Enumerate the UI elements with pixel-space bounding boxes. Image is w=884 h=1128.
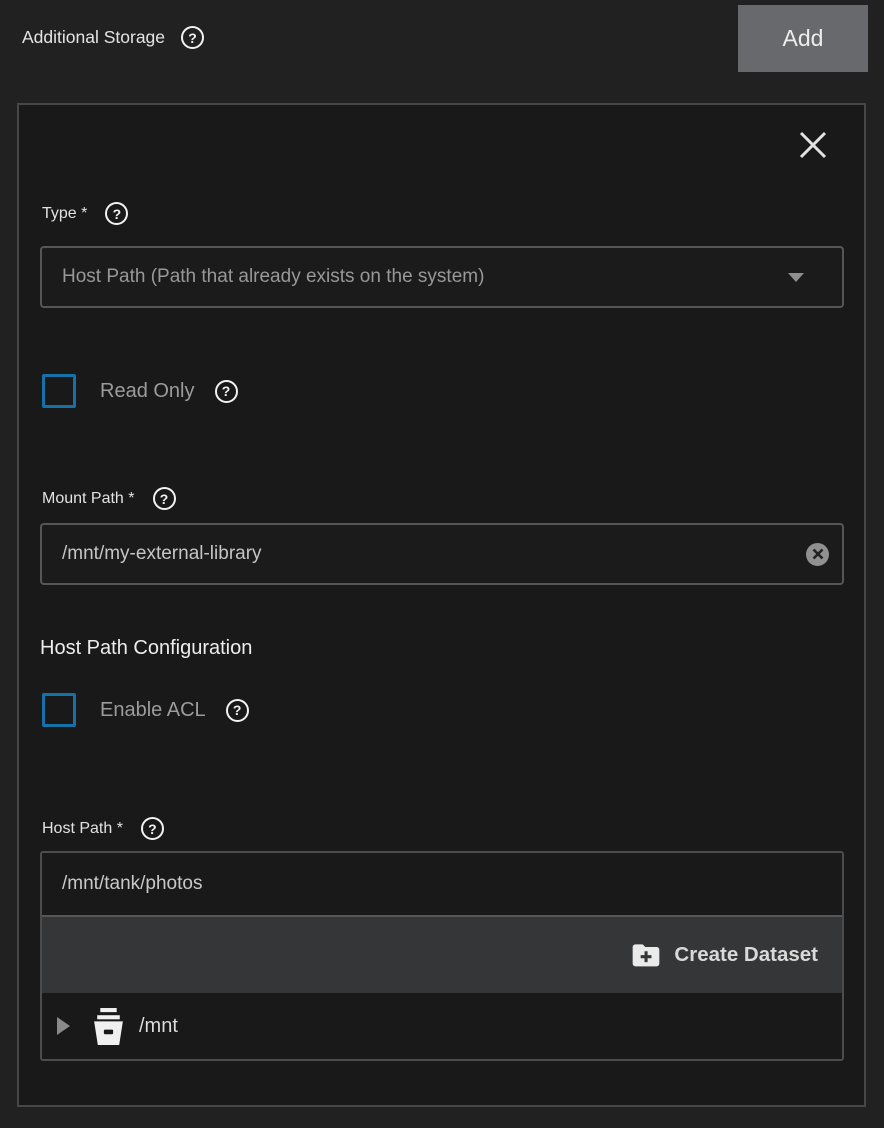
mount-path-input[interactable] bbox=[42, 525, 806, 583]
host-path-label-row: Host Path * ? bbox=[42, 817, 164, 840]
host-path-file-browser: Create Dataset /mnt bbox=[40, 851, 844, 1061]
help-icon[interactable]: ? bbox=[153, 487, 176, 510]
host-path-label: Host Path * bbox=[42, 820, 123, 838]
help-icon[interactable]: ? bbox=[226, 699, 249, 722]
enable-acl-label: Enable ACL bbox=[100, 699, 206, 722]
clear-icon bbox=[812, 548, 824, 560]
folder-plus-icon bbox=[630, 939, 662, 971]
mount-path-label: Mount Path * bbox=[42, 490, 135, 508]
host-path-configuration-heading: Host Path Configuration bbox=[40, 637, 252, 660]
chevron-down-icon bbox=[788, 273, 804, 282]
help-icon[interactable]: ? bbox=[181, 26, 204, 49]
help-icon[interactable]: ? bbox=[215, 380, 238, 403]
close-icon bbox=[798, 130, 828, 160]
close-button[interactable] bbox=[791, 123, 835, 167]
type-select-value: Host Path (Path that already exists on t… bbox=[62, 266, 484, 288]
type-select[interactable]: Host Path (Path that already exists on t… bbox=[40, 246, 844, 308]
expand-arrow-icon[interactable] bbox=[57, 1017, 70, 1035]
host-path-input-row bbox=[42, 853, 842, 917]
file-browser-toolbar: Create Dataset bbox=[42, 917, 842, 993]
mount-path-input-wrap bbox=[40, 523, 844, 585]
section-header: Additional Storage ? bbox=[22, 26, 204, 49]
create-dataset-label: Create Dataset bbox=[674, 943, 818, 967]
tree-row-mnt[interactable]: /mnt bbox=[42, 993, 842, 1059]
type-label-row: Type * ? bbox=[42, 202, 128, 225]
help-icon[interactable]: ? bbox=[105, 202, 128, 225]
help-icon[interactable]: ? bbox=[141, 817, 164, 840]
tree-item-label: /mnt bbox=[139, 1015, 178, 1038]
create-dataset-button[interactable]: Create Dataset bbox=[630, 939, 818, 971]
read-only-label: Read Only bbox=[100, 380, 195, 403]
page-title: Additional Storage bbox=[22, 27, 165, 48]
mount-path-label-row: Mount Path * ? bbox=[42, 487, 176, 510]
add-button[interactable]: Add bbox=[738, 5, 868, 72]
storage-item-panel: Type * ? Host Path (Path that already ex… bbox=[17, 103, 866, 1107]
enable-acl-row: Enable ACL ? bbox=[42, 693, 249, 727]
read-only-row: Read Only ? bbox=[42, 374, 238, 408]
additional-storage-page: Additional Storage ? Add Type * ? Host P… bbox=[0, 0, 884, 1128]
type-label: Type * bbox=[42, 205, 87, 223]
read-only-checkbox[interactable] bbox=[42, 374, 76, 408]
host-path-input[interactable] bbox=[42, 853, 842, 915]
enable-acl-checkbox[interactable] bbox=[42, 693, 76, 727]
dataset-icon bbox=[90, 1007, 127, 1046]
clear-input-button[interactable] bbox=[806, 543, 829, 566]
